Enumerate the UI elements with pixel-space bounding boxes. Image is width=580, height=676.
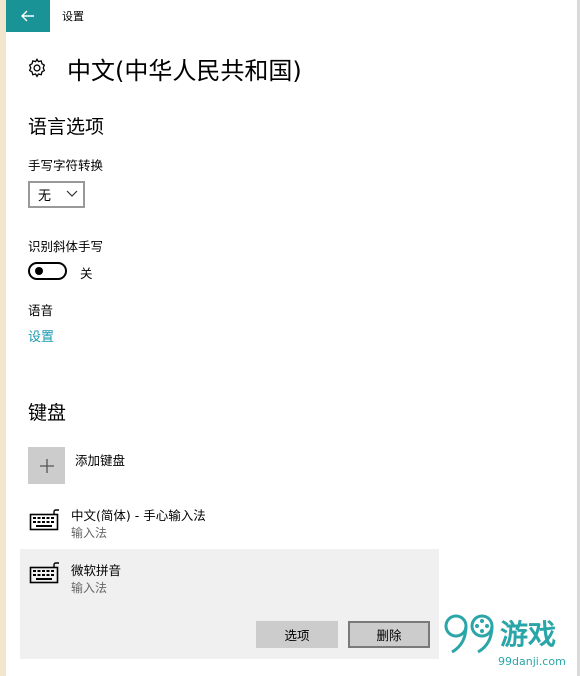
watermark-text: 游戏: [500, 618, 556, 651]
keyboard-item-selected[interactable]: 微软拼音 输入法 选项 删除: [20, 549, 439, 659]
keyboard-icon: [29, 509, 59, 531]
keyboard-item-name: 微软拼音: [71, 563, 122, 578]
keyboard-item[interactable]: 中文(简体) - 手心输入法 输入法: [20, 497, 439, 547]
site-watermark-logo: 游戏 99danji.com: [444, 614, 566, 668]
background-window-strip: [0, 0, 6, 676]
chevron-down-icon: [66, 190, 78, 197]
back-arrow-icon: [21, 10, 34, 22]
watermark-subtext: 99danji.com: [498, 655, 566, 668]
options-button[interactable]: 选项: [256, 621, 338, 648]
keyboard-item-type: 输入法: [71, 581, 108, 595]
handwriting-dropdown[interactable]: 无: [28, 181, 85, 208]
keyboard-item-type: 输入法: [71, 526, 108, 540]
handwriting-label: 手写字符转换: [28, 158, 104, 173]
window-title: 设置: [62, 10, 84, 23]
plus-icon: [39, 458, 54, 473]
toggle-knob: [35, 267, 43, 275]
italic-toggle[interactable]: [28, 262, 67, 280]
keyboard-icon: [29, 562, 59, 584]
page-title: 中文(中华人民共和国): [67, 56, 302, 85]
add-keyboard-button[interactable]: [28, 447, 65, 484]
language-options-heading: 语言选项: [28, 116, 105, 138]
keyboard-item-name: 中文(简体) - 手心输入法: [71, 508, 206, 523]
back-button[interactable]: [6, 0, 50, 32]
title-bar: 设置: [6, 0, 577, 32]
handwriting-value: 无: [38, 189, 52, 204]
page-header: 中文(中华人民共和国): [26, 52, 302, 85]
remove-button[interactable]: 删除: [348, 621, 430, 648]
speech-settings-link[interactable]: 设置: [28, 326, 54, 345]
italic-label: 识别斜体手写: [28, 239, 104, 254]
speech-label: 语音: [28, 303, 54, 318]
italic-toggle-state: 关: [80, 266, 93, 281]
keyboard-heading: 键盘: [28, 402, 67, 424]
gear-icon: [28, 58, 46, 78]
add-keyboard-label[interactable]: 添加键盘: [75, 450, 125, 469]
